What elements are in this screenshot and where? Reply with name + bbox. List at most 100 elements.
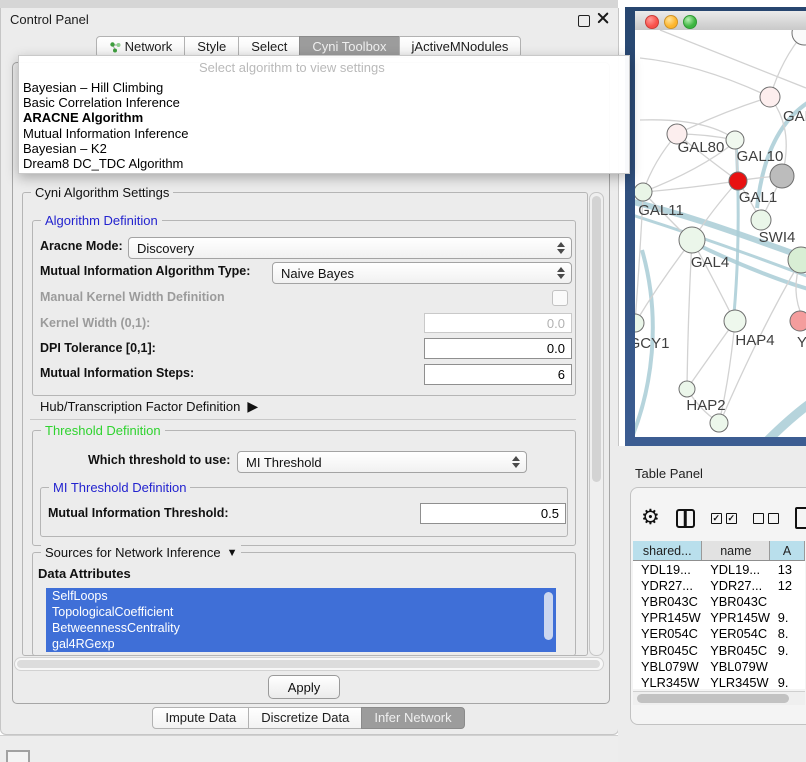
minimize-traffic-light-icon[interactable] [664,15,678,29]
column-header[interactable]: A [770,541,805,560]
tab-infer-network[interactable]: Infer Network [361,707,464,729]
network-node-y[interactable] [790,311,806,331]
attribute-item-selected[interactable]: TopologicalCoefficient [46,604,556,620]
which-threshold-select[interactable]: MI Threshold [237,451,527,473]
mi-type-label: Mutual Information Algorithm Type: [40,264,250,278]
list-scrollbar[interactable] [544,592,553,640]
table-row[interactable]: YLR345WYLR345W9. [633,674,805,689]
collapsed-panel-icon[interactable] [6,750,30,762]
network-node-gal11[interactable] [635,183,652,201]
float-window-icon[interactable] [578,15,590,27]
export-table-icon[interactable] [795,507,806,529]
table-row[interactable]: YDR27...YDR27...12 [633,577,805,593]
network-node[interactable] [710,414,728,432]
cyni-bottom-tabbar: Impute DataDiscretize Data Infer Network [0,707,618,729]
dpi-tolerance-label: DPI Tolerance [0,1]: [40,341,156,355]
combo-arrows-icon [512,456,520,468]
network-node-label: HAP4 [735,332,774,349]
attribute-item-selected[interactable]: gal4RGexp [46,636,556,652]
table-header-row: shared...nameA [633,541,805,561]
kernel-width-label: Kernel Width (0,1): [40,316,150,330]
table-panel: ⚙ ✓ ✓ shared...nameA YDL19...YDL19...13Y… [630,487,806,725]
algorithm-item[interactable]: ARACNE Algorithm [23,110,625,125]
tab-impute-data[interactable]: Impute Data [152,707,249,729]
section-divider [30,419,576,420]
algorithm-item[interactable]: Mutual Information Inference [23,126,625,141]
dpi-tolerance-field[interactable]: 0.0 [424,338,572,359]
network-node-gcy1[interactable] [635,314,644,332]
table-cell: YBR043C [633,593,702,609]
column-header[interactable]: shared... [633,541,702,560]
table-cell: YPR145W [633,610,702,626]
table-cell [770,658,805,674]
network-node-gal4[interactable] [679,227,705,253]
tab-discretize-data[interactable]: Discretize Data [248,707,362,729]
close-traffic-light-icon[interactable] [645,15,659,29]
table-row[interactable]: YBR043CYBR043C [633,593,805,609]
network-window-titlebar[interactable] [635,11,806,32]
tab-label: Style [197,37,226,57]
node-attribute-table: shared...nameA YDL19...YDL19...13YDR27..… [633,541,805,689]
mi-threshold-field[interactable]: 0.5 [420,503,566,524]
table-panel-title: Table Panel [635,466,703,481]
tab-label: Infer Network [374,708,451,728]
network-node-gal10[interactable] [726,131,744,149]
kernel-width-field[interactable]: 0.0 [424,313,572,333]
table-cell: YBR045C [702,642,770,658]
algorithm-item[interactable]: Basic Correlation Inference [23,95,625,110]
sources-legend-label: Sources for Network Inference [45,545,221,560]
network-graph[interactable]: GALGAL80GAL10GAL1GAL11SWI4GAL4GCY1HAP4YH… [635,30,806,437]
table-cell: YDR27... [633,577,702,593]
network-edge [660,30,806,88]
close-icon[interactable] [596,10,610,24]
network-node-label: GAL [783,108,806,125]
columns-icon[interactable] [676,509,695,528]
aracne-mode-select[interactable]: Discovery [128,237,572,259]
network-node-hap2[interactable] [679,381,695,397]
table-row[interactable]: YER054CYER054C8. [633,626,805,642]
deselect-all-columns-icon[interactable] [753,513,779,524]
table-row[interactable]: YPR145WYPR145W9. [633,610,805,626]
network-node[interactable] [770,164,794,188]
algorithm-item[interactable]: Bayesian – Hill Climbing [23,80,625,95]
manual-kernel-checkbox[interactable] [552,290,568,306]
network-edge [645,181,738,192]
attribute-item-selected[interactable]: SelfLoops [46,588,556,604]
table-row[interactable]: YBR045CYBR045C9. [633,642,805,658]
apply-button[interactable]: Apply [268,675,340,699]
application: Control Panel NetworkStyleSelectCyni Too… [0,0,806,762]
gear-icon[interactable]: ⚙ [641,507,660,529]
network-node-swi4[interactable] [751,210,771,230]
network-node-label: GAL11 [638,202,684,219]
combo-arrows-icon [557,267,565,279]
table-horizontal-scrollbar[interactable] [633,691,805,705]
network-node-hap4[interactable] [724,310,746,332]
zoom-traffic-light-icon[interactable] [683,15,697,29]
mi-steps-field[interactable]: 6 [424,364,572,385]
network-node-label: SWI4 [759,229,796,246]
table-row[interactable]: YBL079WYBL079W [633,658,805,674]
column-header[interactable]: name [702,541,770,560]
algorithm-item[interactable]: Dream8 DC_TDC Algorithm [23,156,625,171]
attribute-item-selected[interactable]: BetweennessCentrality [46,620,556,636]
settings-vertical-scrollbar[interactable] [589,192,604,656]
table-cell: YDL19... [702,561,770,577]
settings-horizontal-scrollbar[interactable] [14,657,604,671]
table-cell: YPR145W [702,610,770,626]
hub-definition-toggle[interactable]: Hub/Transcription Factor Definition ▶ [40,398,258,415]
network-node[interactable] [792,30,806,45]
select-all-columns-icon[interactable]: ✓ ✓ [711,513,737,524]
algorithm-list: Bayesian – Hill ClimbingBasic Correlatio… [23,80,625,171]
table-body: YDL19...YDL19...13YDR27...YDR27...12YBR0… [633,561,805,689]
algorithm-dropdown-popup: Select algorithm to view settings Bayesi… [18,55,630,174]
control-panel-title: Control Panel [10,12,89,27]
algorithm-item[interactable]: Bayesian – K2 [23,141,625,156]
sources-legend[interactable]: Sources for Network Inference ▼ [41,545,241,560]
network-node-gal[interactable] [760,87,780,107]
mi-type-select[interactable]: Naive Bayes [272,262,572,284]
data-attributes-list[interactable]: SelfLoopsTopologicalCoefficientBetweenne… [46,588,556,652]
table-cell: 9. [770,674,805,689]
network-node-gal1[interactable] [729,172,747,190]
table-cell: YER054C [633,626,702,642]
table-row[interactable]: YDL19...YDL19...13 [633,561,805,577]
